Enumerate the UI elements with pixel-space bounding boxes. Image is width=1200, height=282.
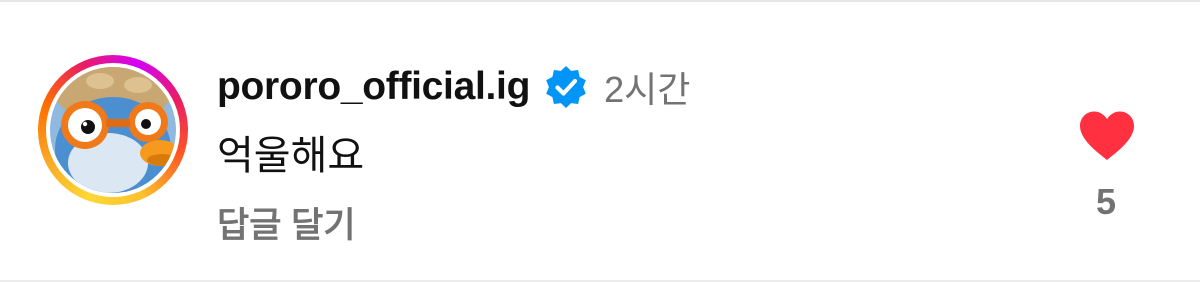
like-button[interactable]: [1078, 110, 1136, 162]
avatar-image: [50, 67, 176, 193]
comment-text: 억울해요: [217, 134, 365, 178]
reply-button[interactable]: 답글 달기: [217, 202, 356, 250]
like-count: 5: [1095, 181, 1117, 222]
avatar-story-ring[interactable]: [38, 55, 188, 205]
heart-filled-icon: [1080, 111, 1134, 160]
comment-item: pororo_official.ig 2시간 억울해요 답글 달기 5: [0, 0, 1200, 282]
avatar[interactable]: [50, 67, 176, 193]
verified-badge-icon: [544, 65, 588, 109]
comment-header: pororo_official.ig 2시간: [217, 62, 690, 112]
comment-timestamp: 2시간: [604, 69, 691, 110]
username-link[interactable]: pororo_official.ig: [217, 65, 530, 109]
